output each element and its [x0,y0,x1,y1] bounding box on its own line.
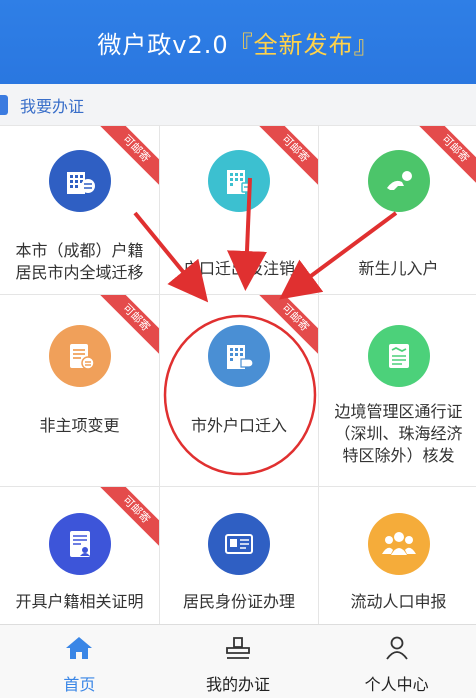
service-label-line: 边境管理区通行证 [334,402,463,421]
tab-label: 首页 [63,675,96,694]
pass-card-icon [367,325,430,387]
user-icon [385,636,408,660]
tab-label: 个人中心 [364,675,429,694]
service-label-line: （深圳、珠海经济 [334,424,463,443]
stamp-icon [226,637,250,659]
app-title: 微户政v2.0『全新发布』 [97,25,378,60]
service-label: 户口迁出及注销 [182,259,295,278]
service-label: 居民身份证办理 [182,592,295,611]
tab-label: 我的办证 [206,675,271,694]
document-edit-icon [48,325,111,387]
service-label: 非主项变更 [39,416,120,435]
section-marker [0,94,8,115]
tab-home[interactable]: 首页 [0,625,159,698]
service-household-deregistration[interactable]: 可邮寄 户口迁出及注销 [160,126,318,294]
building-arrive-icon [208,325,270,387]
service-household-certificate[interactable]: 可邮寄 开具户籍相关证明 [0,487,159,626]
building-exit-icon [208,150,270,212]
section-title: 我要办证 [20,96,85,116]
service-label: 市外户口迁入 [190,416,287,435]
service-grid: 可邮寄 本市（成都）户籍 居民市内全域迁移 可邮寄 户口迁出及注销 可邮寄 新生… [0,126,476,626]
certificate-icon [48,513,111,575]
service-label-line: 本市（成都）户籍 [15,241,144,260]
app-title-main: 微户政v2.0 [97,30,229,59]
service-label: 边境管理区通行证 （深圳、珠海经济 特区除外）核发 [331,401,465,467]
baby-crawl-icon [367,150,430,212]
service-border-pass[interactable]: 边境管理区通行证 （深圳、珠海经济 特区除外）核发 [319,295,476,486]
section-bar: 我要办证 [0,84,476,126]
id-card-icon [208,513,270,575]
service-external-household-transfer-in[interactable]: 可邮寄 市外户口迁入 [160,295,318,486]
service-intra-city-migration[interactable]: 可邮寄 本市（成都）户籍 居民市内全域迁移 [0,126,159,294]
home-icon [66,637,93,659]
service-newborn-registration[interactable]: 可邮寄 新生儿入户 [319,126,476,294]
service-label: 新生儿入户 [358,259,439,278]
service-floating-population[interactable]: 流动人口申报 [319,487,476,626]
app-header: 微户政v2.0『全新发布』 [0,0,476,84]
people-group-icon [367,513,430,575]
bottom-tab-bar: 首页 我的办证 个人中心 [0,624,476,698]
service-id-card[interactable]: 居民身份证办理 [160,487,318,626]
app-title-accent: 『全新发布』 [228,30,379,59]
building-transfer-icon [48,150,111,212]
service-label-line: 居民市内全域迁移 [15,263,144,282]
service-label: 开具户籍相关证明 [15,592,144,611]
service-label: 流动人口申报 [350,592,447,611]
service-label: 本市（成都）户籍 居民市内全域迁移 [12,240,146,284]
tab-personal-center[interactable]: 个人中心 [317,625,476,698]
service-label-line: 特区除外）核发 [342,446,455,465]
tab-my-applications[interactable]: 我的办证 [159,625,318,698]
service-non-major-change[interactable]: 可邮寄 非主项变更 [0,295,159,486]
